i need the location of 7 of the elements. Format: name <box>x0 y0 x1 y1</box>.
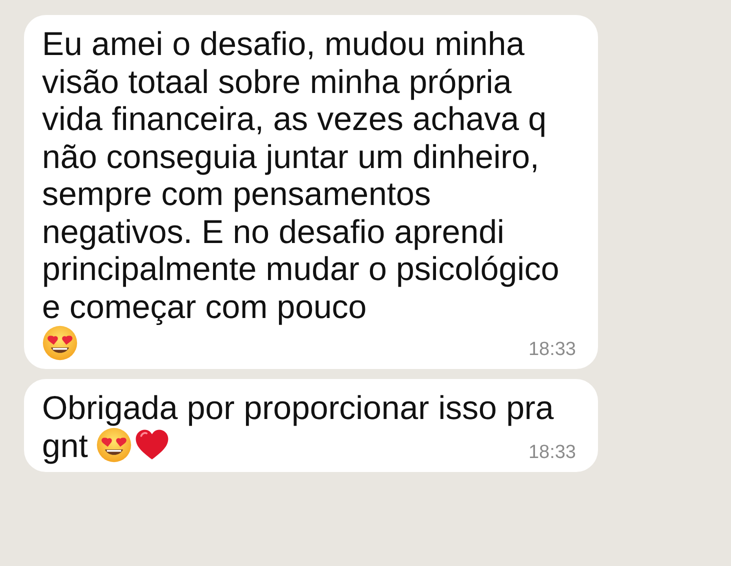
heart-eyes-face-icon <box>42 325 78 361</box>
heart-eyes-face-icon <box>96 427 132 464</box>
message-text: Obrigada por proporcionar isso pra <box>42 389 555 426</box>
message-time: 18:33 <box>528 442 576 464</box>
message-text: Eu amei o desafio, mudou minha visão totaal sobre minha própria vida financeira, as vezes achava q não conseguia juntar um dinheiro, sempre com pensamentos negativos. E no desafio aprendi principalmente mudar o psicológico e começar com pouco <box>42 25 560 325</box>
message-time: 18:33 <box>528 339 576 361</box>
message-text: gnt <box>42 426 88 464</box>
